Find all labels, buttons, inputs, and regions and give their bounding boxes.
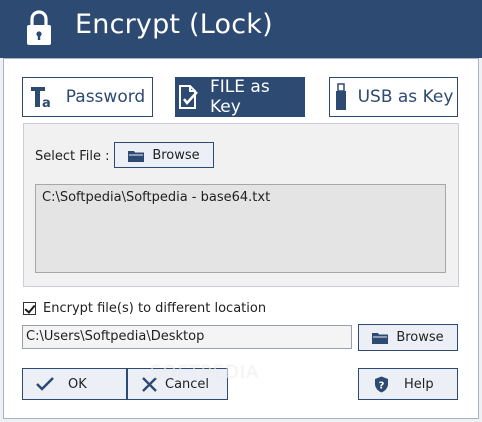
svg-text:?: ?: [379, 380, 385, 391]
folder-icon: [128, 150, 145, 162]
selected-file-list[interactable]: C:\Softpedia\Softpedia - base64.txt: [35, 184, 446, 273]
select-file-label: Select File :: [35, 149, 110, 164]
folder-icon: [372, 333, 389, 344]
tab-usb-as-key-label: USB as Key: [357, 87, 454, 107]
cancel-button[interactable]: Cancel: [127, 368, 228, 400]
tab-password[interactable]: a Password: [22, 77, 153, 117]
different-location-label: Encrypt file(s) to different location: [43, 301, 267, 316]
tab-password-label: Password: [65, 87, 146, 107]
browse-file-button[interactable]: Browse: [114, 142, 214, 168]
tab-usb-as-key[interactable]: USB as Key: [329, 77, 458, 117]
tab-file-as-key[interactable]: FILE as Key: [175, 77, 305, 117]
password-icon: a: [30, 87, 51, 109]
cancel-label: Cancel: [165, 376, 210, 392]
check-icon: [36, 377, 54, 391]
browse-file-label: Browse: [152, 147, 200, 163]
close-icon: [142, 376, 157, 392]
selected-file-path: C:\Softpedia\Softpedia - base64.txt: [42, 190, 271, 205]
title-bar: Encrypt (Lock): [0, 0, 482, 58]
svg-text:a: a: [42, 96, 51, 109]
lock-icon: [27, 10, 51, 45]
help-label: Help: [404, 376, 434, 392]
usb-icon: [335, 83, 346, 110]
different-location-option[interactable]: Encrypt file(s) to different location: [23, 301, 266, 316]
tab-file-as-key-label: FILE as Key: [210, 77, 270, 117]
browse-destination-button[interactable]: Browse: [358, 324, 458, 351]
help-button[interactable]: ? Help: [358, 368, 458, 400]
different-location-checkbox[interactable]: [23, 302, 36, 315]
window-title: Encrypt (Lock): [75, 9, 273, 40]
browse-destination-label: Browse: [396, 330, 444, 345]
ok-label: OK: [68, 376, 87, 392]
help-shield-icon: ?: [375, 376, 388, 392]
destination-path-input[interactable]: C:\Users\Softpedia\Desktop: [22, 325, 352, 349]
ok-button[interactable]: OK: [22, 368, 127, 400]
file-key-icon: [179, 85, 198, 109]
